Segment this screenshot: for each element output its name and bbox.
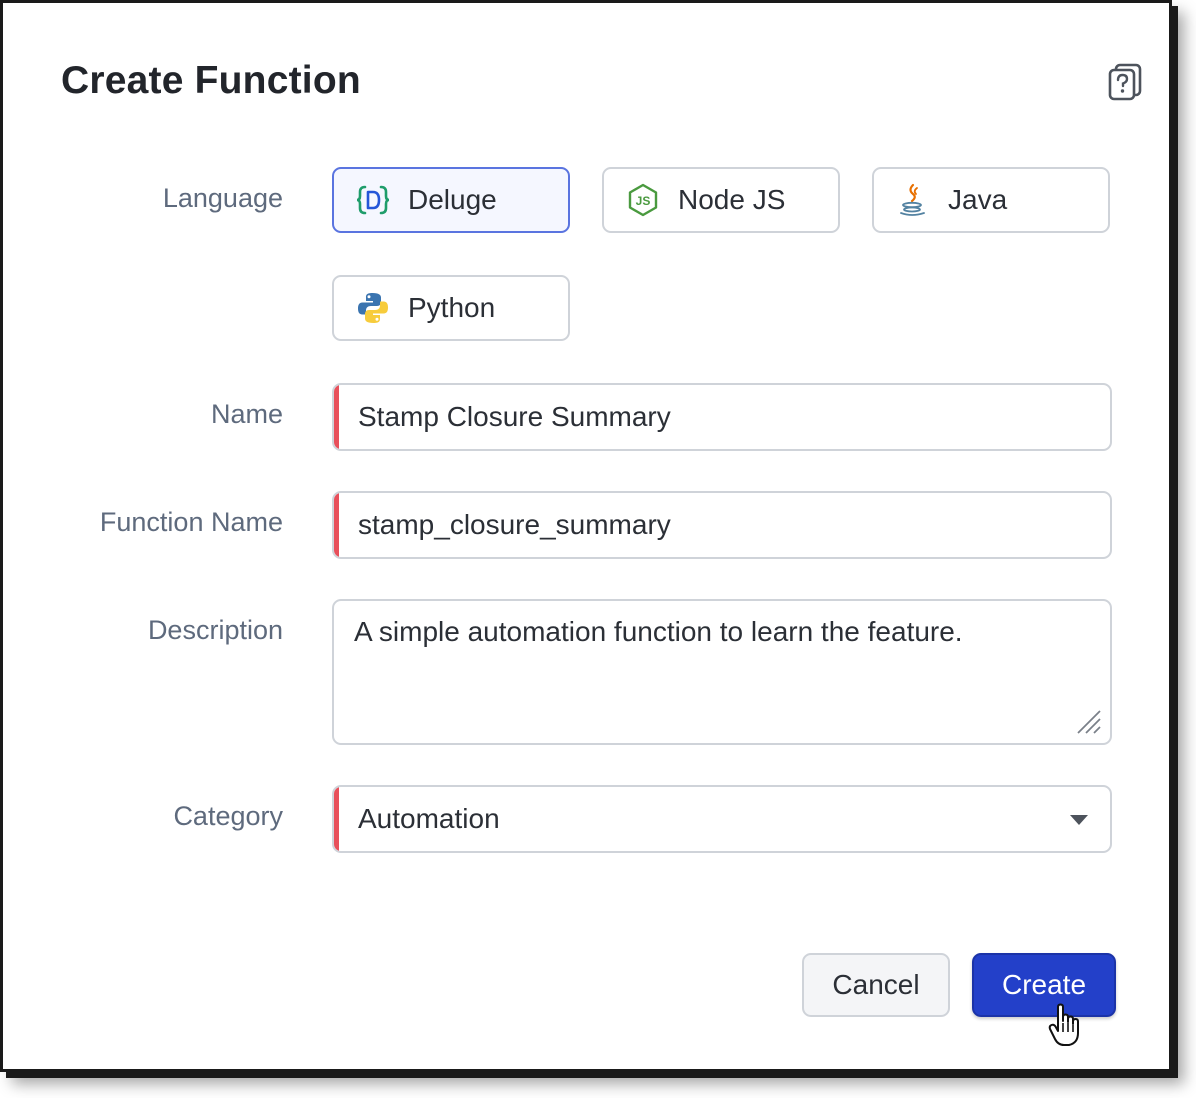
function-name-input[interactable] [358,493,1078,557]
java-icon [896,183,930,217]
language-option-python[interactable]: Python [332,275,570,341]
description-label: Description [147,615,283,645]
language-option-nodejs[interactable]: JS Node JS [602,167,840,233]
resize-grip-icon[interactable] [1074,707,1102,735]
name-input[interactable] [358,385,1078,449]
function-name-label: Function Name [99,507,283,537]
chevron-down-icon[interactable] [1070,815,1088,825]
language-option-label: Java [948,184,1008,215]
python-icon [356,291,390,325]
language-label: Language [162,183,283,213]
language-option-java[interactable]: Java [872,167,1110,233]
help-book-icon[interactable] [1107,63,1143,101]
category-select[interactable]: Automation [332,785,1112,853]
dialog-title: Create Function [61,59,361,102]
category-label: Category [173,801,283,831]
language-option-label: Deluge [408,184,497,215]
category-selected-value: Automation [358,803,500,834]
nodejs-icon: JS [626,183,660,217]
language-option-label: Node JS [678,184,786,215]
description-field[interactable]: A simple automation function to learn th… [332,599,1112,745]
language-option-label: Python [408,292,496,323]
cancel-button[interactable]: Cancel [802,953,950,1017]
name-label: Name [210,399,283,429]
deluge-icon [356,183,390,217]
function-name-field[interactable] [332,491,1112,559]
create-button[interactable]: Create [972,953,1116,1017]
svg-text:JS: JS [636,194,651,208]
description-textarea[interactable]: A simple automation function to learn th… [354,615,1084,725]
create-function-dialog: Create Function Language Deluge JS Node … [0,0,1172,1072]
language-option-deluge[interactable]: Deluge [332,167,570,233]
name-field[interactable] [332,383,1112,451]
hand-pointer-cursor-icon [1048,1003,1079,1046]
